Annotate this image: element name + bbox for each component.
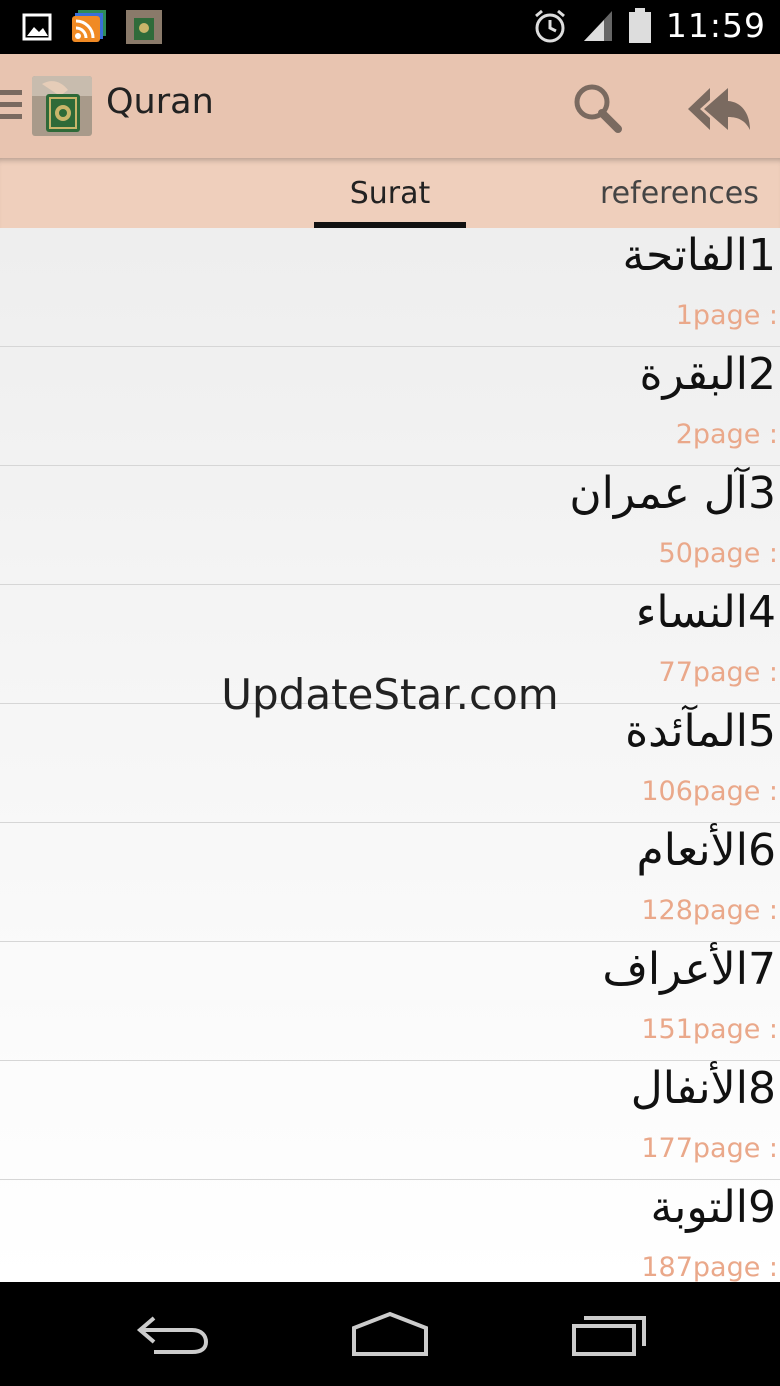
search-icon[interactable]: [570, 82, 626, 134]
image-icon: [22, 13, 52, 41]
tab-surat[interactable]: Surat: [314, 158, 466, 228]
tab-bar: Surat references: [0, 158, 780, 228]
quran-notification-icon: [126, 10, 162, 44]
surah-page: 106page :: [641, 776, 778, 807]
battery-icon: [628, 7, 651, 43]
list-item[interactable]: 1الفاتحة 1page :: [0, 228, 780, 347]
tab-references[interactable]: references: [600, 158, 780, 228]
clock: 11:59: [665, 6, 766, 45]
surah-title: 7الأعراف: [602, 944, 776, 995]
surah-title: 2البقرة: [639, 349, 777, 400]
surah-title: 9التوبة: [650, 1182, 776, 1233]
action-bar: Quran: [0, 54, 780, 158]
surah-title: 6الأنعام: [636, 825, 776, 876]
list-item[interactable]: 3آل عمران 50page :: [0, 466, 780, 585]
signal-icon: [583, 10, 612, 41]
list-item[interactable]: 5المآئدة 106page :: [0, 704, 780, 823]
list-item[interactable]: 2البقرة 2page :: [0, 347, 780, 466]
recents-icon[interactable]: [570, 1310, 648, 1360]
surah-title: 3آل عمران: [569, 468, 776, 519]
surah-page: 151page :: [641, 1014, 778, 1045]
status-bar: 11:59: [0, 0, 780, 54]
surah-page: 2page :: [675, 419, 778, 450]
navigation-bar: [0, 1282, 780, 1386]
watermark: UpdateStar.com: [221, 670, 559, 719]
surah-page: 187page :: [641, 1252, 778, 1282]
app-title: Quran: [106, 82, 214, 122]
surah-list[interactable]: 1الفاتحة 1page : 2البقرة 2page : 3آل عمر…: [0, 228, 780, 1282]
surah-page: 1page :: [675, 300, 778, 331]
list-item[interactable]: 6الأنعام 128page :: [0, 823, 780, 942]
list-item[interactable]: 8الأنفال 177page :: [0, 1061, 780, 1180]
surah-page: 177page :: [641, 1133, 778, 1164]
reply-all-icon[interactable]: [684, 84, 754, 134]
list-item[interactable]: 7الأعراف 151page :: [0, 942, 780, 1061]
surah-page: 128page :: [641, 895, 778, 926]
back-icon[interactable]: [134, 1310, 212, 1360]
home-icon[interactable]: [350, 1310, 430, 1360]
alarm-icon: [534, 9, 565, 42]
surah-title: 8الأنفال: [630, 1063, 776, 1114]
surah-title: 4النساء: [635, 587, 776, 638]
app-logo[interactable]: [32, 76, 92, 136]
tab-references-label: references: [600, 175, 759, 211]
surah-title: 1الفاتحة: [622, 230, 776, 281]
list-item[interactable]: 9التوبة 187page :: [0, 1180, 780, 1282]
rss-icon: [72, 10, 106, 42]
surah-page: 50page :: [658, 538, 778, 569]
tab-surat-label: Surat: [349, 175, 431, 211]
menu-icon[interactable]: [0, 90, 22, 124]
